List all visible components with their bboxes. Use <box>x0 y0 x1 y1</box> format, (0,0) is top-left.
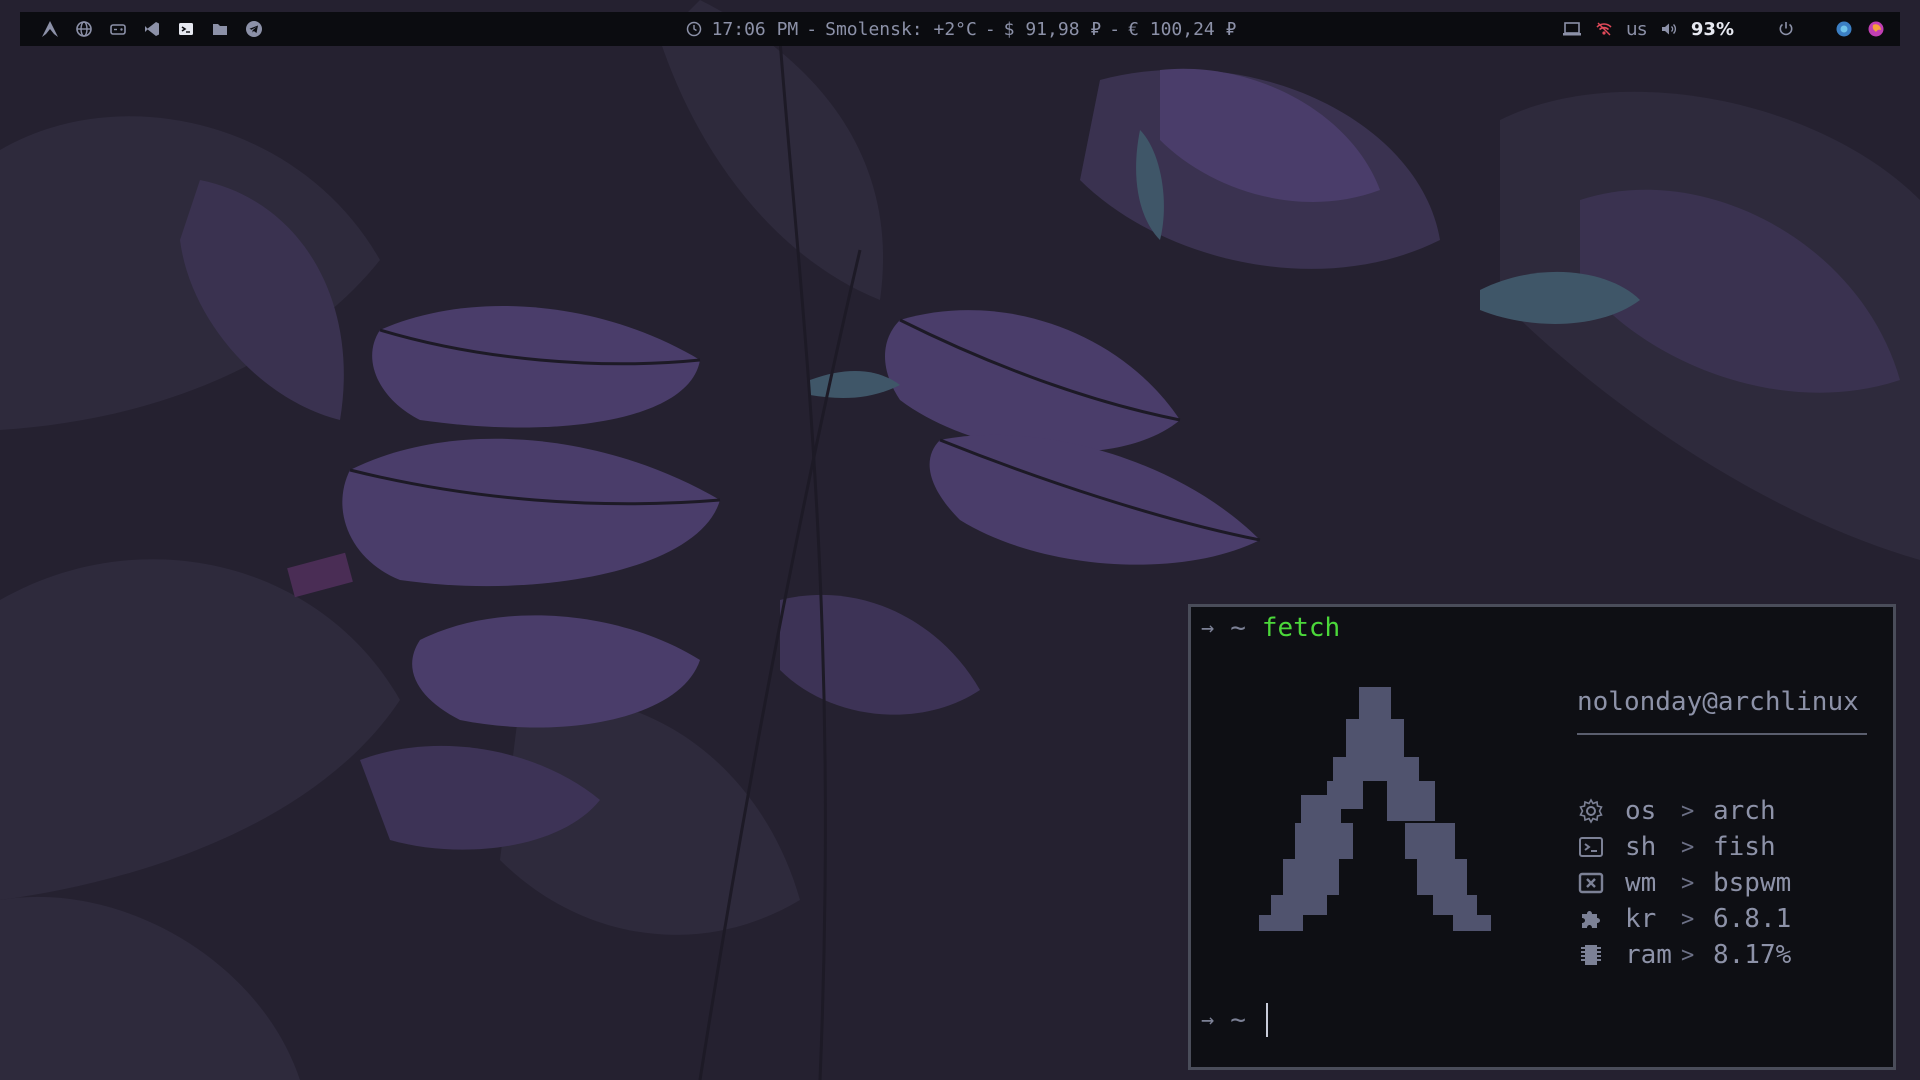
laptop-icon[interactable] <box>1562 19 1582 39</box>
fetch-sep: > <box>1681 942 1695 968</box>
puzzle-icon <box>1577 905 1605 933</box>
top-bar: 17:06 PM - Smolensk: +2°C - $ 91,98 ₽ - … <box>20 12 1900 46</box>
keyboard-layout-text[interactable]: us <box>1626 19 1647 40</box>
bar-right-tray: us 93% <box>1562 12 1886 46</box>
arch-ascii-logo <box>1259 687 1491 931</box>
browser-icon[interactable] <box>1834 19 1854 39</box>
fetch-key: wm <box>1625 868 1657 898</box>
fetch-value: arch <box>1713 796 1776 826</box>
arch-logo-icon[interactable] <box>40 19 60 39</box>
fetch-sep: > <box>1681 834 1695 860</box>
fetch-value: 6.8.1 <box>1713 904 1792 934</box>
battery-percent-text[interactable]: 93% <box>1691 19 1734 40</box>
separator: - <box>1109 18 1121 40</box>
separator: - <box>984 18 996 40</box>
terminal-window[interactable]: → ~ fetch nolonday@archlinux os > arch s… <box>1188 604 1896 1070</box>
memory-icon <box>1577 941 1605 969</box>
fetch-value: 8.17% <box>1713 940 1792 970</box>
gamepad-icon[interactable] <box>108 19 128 39</box>
bar-left-launchers <box>40 12 264 46</box>
prompt-cwd: ~ <box>1230 1005 1246 1035</box>
volume-icon[interactable] <box>1659 19 1679 39</box>
text-cursor <box>1265 1003 1268 1037</box>
eur-rate-text: € 100,24 ₽ <box>1128 18 1237 40</box>
fetch-row-os: os > arch <box>1577 793 1791 829</box>
fetch-row-kr: kr > 6.8.1 <box>1577 901 1791 937</box>
fetch-key: os <box>1625 796 1657 826</box>
terminal-icon[interactable] <box>176 19 196 39</box>
fetch-sep: > <box>1681 906 1695 932</box>
fetch-value: bspwm <box>1713 868 1792 898</box>
gear-icon <box>1577 797 1605 825</box>
firefox-icon[interactable] <box>1866 19 1886 39</box>
fetch-key: sh <box>1625 832 1657 862</box>
prompt-arrow: → <box>1201 1007 1215 1033</box>
fetch-key: kr <box>1625 904 1657 934</box>
wifi-off-icon[interactable] <box>1594 19 1614 39</box>
fetch-value: fish <box>1713 832 1776 862</box>
fetch-info-list: os > arch sh > fish wm > bspwm kr > 6.8.… <box>1577 793 1791 973</box>
fetch-row-ram: ram > 8.17% <box>1577 937 1791 973</box>
window-close-icon <box>1577 869 1605 897</box>
vscode-icon[interactable] <box>142 19 162 39</box>
clock-text[interactable]: 17:06 PM <box>712 19 799 40</box>
weather-text[interactable]: Smolensk: +2°C <box>825 19 977 40</box>
user-host-label: nolonday@archlinux <box>1577 687 1859 717</box>
terminal-box-icon <box>1577 833 1605 861</box>
folder-icon[interactable] <box>210 19 230 39</box>
prompt-line-1: → ~ fetch <box>1201 613 1340 643</box>
usd-rate-text: $ 91,98 ₽ <box>1003 18 1102 40</box>
globe-icon[interactable] <box>74 19 94 39</box>
fetch-key: ram <box>1625 940 1672 970</box>
power-icon[interactable] <box>1776 19 1796 39</box>
separator: - <box>806 18 818 40</box>
user-host-underline <box>1577 733 1867 735</box>
fetch-sep: > <box>1681 798 1695 824</box>
fetch-row-wm: wm > bspwm <box>1577 865 1791 901</box>
entered-command: fetch <box>1261 613 1341 643</box>
fetch-row-sh: sh > fish <box>1577 829 1791 865</box>
prompt-cwd: ~ <box>1230 613 1246 643</box>
prompt-line-2[interactable]: → ~ <box>1201 1003 1268 1037</box>
telegram-icon[interactable] <box>244 19 264 39</box>
fetch-sep: > <box>1681 870 1695 896</box>
clock-icon <box>684 19 704 39</box>
prompt-arrow: → <box>1201 615 1215 641</box>
